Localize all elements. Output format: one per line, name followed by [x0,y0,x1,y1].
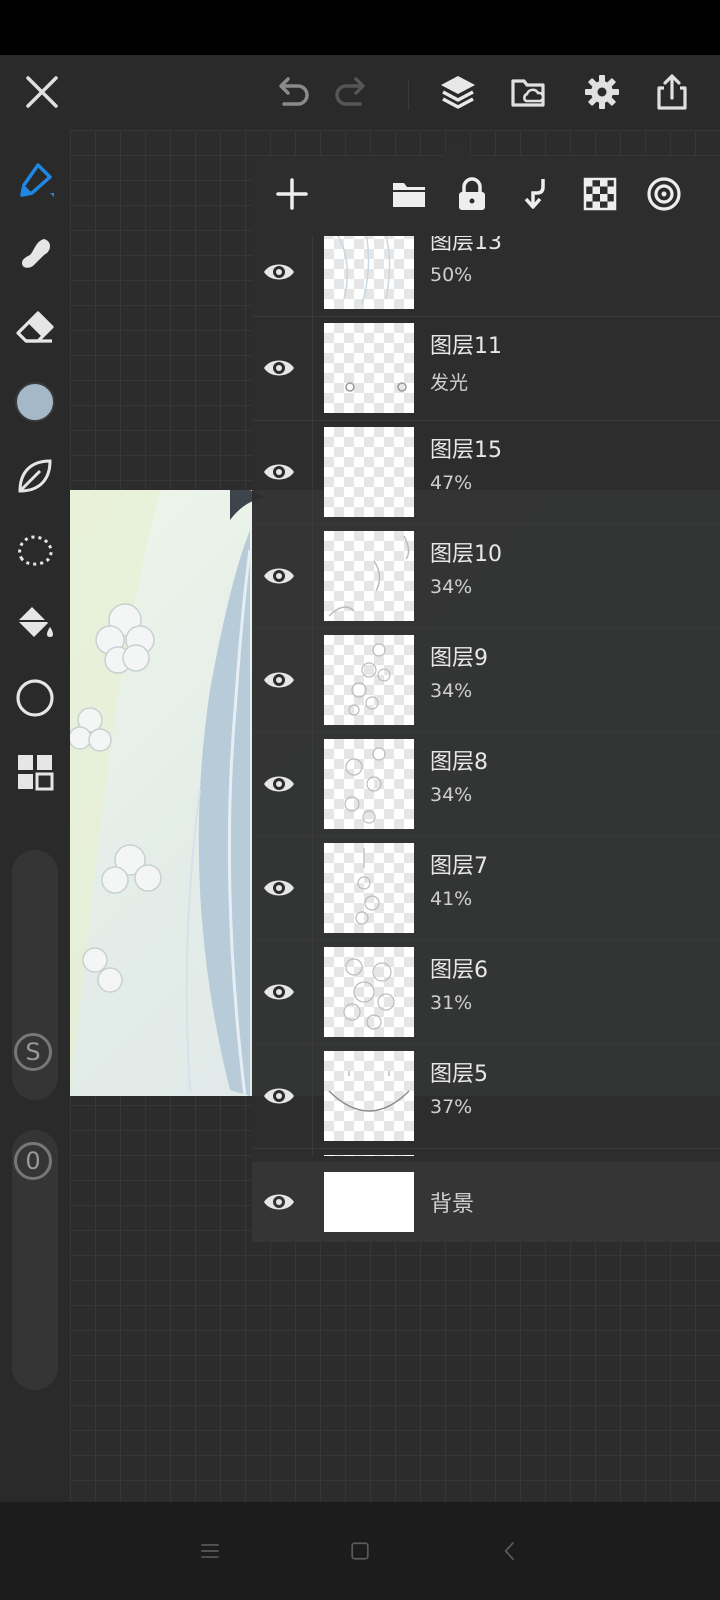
folder-icon[interactable] [387,172,431,216]
layer-opacity: 50% [430,264,473,286]
layer-list: 图层13 50% 图层11 发光 图层15 47% 图层10 34% 图层9 3… [252,236,720,1156]
layer-name: 图层8 [430,750,488,775]
layer-name: 图层15 [430,438,502,463]
eye-icon[interactable] [262,1186,296,1218]
smudge-tool-icon[interactable] [11,230,59,278]
layer-name: 图层7 [430,854,488,879]
target-icon[interactable] [642,172,686,216]
top-toolbar [0,55,720,130]
eye-icon[interactable] [262,1080,296,1112]
eraser-tool-icon[interactable] [11,304,59,352]
layer-name: 图层9 [430,646,488,671]
layer-opacity: 34% [430,576,473,598]
redo-icon[interactable] [328,68,376,116]
layer-row[interactable]: 图层11 发光 [252,316,720,421]
layer-blend-mode: 发光 [430,372,469,394]
eye-icon[interactable] [262,560,296,592]
layer-opacity: 34% [430,784,473,806]
layers-panel: 图层13 50% 图层11 发光 图层15 47% 图层10 34% 图层9 3… [252,156,720,1242]
visibility-column [252,316,313,420]
merge-down-icon[interactable] [514,172,558,216]
eye-icon[interactable] [262,352,296,384]
layer-opacity: 31% [430,992,473,1014]
layer-row[interactable]: 图层6 31% [252,940,720,1045]
eye-icon[interactable] [262,664,296,696]
layer-name: 图层6 [430,958,488,983]
layer-row[interactable]: 图层7 41% [252,836,720,941]
layer-thumbnail [324,427,414,517]
layer-row[interactable]: 图层10 34% [252,524,720,629]
layer-thumbnail [324,323,414,413]
layer-thumbnail [324,1051,414,1141]
layers-panel-toolbar [252,156,720,236]
layer-name: 图层5 [430,1062,488,1087]
layer-thumbnail [324,947,414,1037]
layers-icon[interactable] [434,68,482,116]
visibility-column [252,524,313,628]
back-chevron-icon[interactable] [491,1532,529,1570]
layer-thumbnail [324,739,414,829]
brush-tool-icon[interactable] [11,156,59,204]
layer-opacity: 37% [430,1096,473,1118]
gear-icon[interactable] [578,68,626,116]
visibility-column [252,420,313,524]
undo-icon[interactable] [268,68,316,116]
layer-name: 图层11 [430,334,502,359]
cloud-folder-icon[interactable] [505,68,553,116]
eye-icon[interactable] [262,256,296,288]
grid-tool-icon[interactable] [11,748,59,796]
eye-icon[interactable] [262,872,296,904]
layer-name: 图层10 [430,542,502,567]
fill-bucket-icon[interactable] [11,600,59,648]
brush-size-label: S [14,1033,52,1071]
leaf-tool-icon[interactable] [11,452,59,500]
color-swatch[interactable] [11,378,59,426]
lasso-select-icon[interactable] [11,526,59,574]
status-bar [0,0,720,55]
visibility-column [252,836,313,940]
layer-thumbnail [324,236,414,309]
share-icon[interactable] [648,68,696,116]
layer-opacity: 47% [430,472,473,494]
home-square-icon[interactable] [341,1532,379,1570]
left-toolbar: S 0 [0,130,70,1502]
eye-icon[interactable] [262,976,296,1008]
eye-icon[interactable] [262,768,296,800]
visibility-column [252,236,313,316]
layer-row[interactable]: 图层8 34% [252,732,720,837]
background-layer-row[interactable]: 背景 [252,1162,720,1242]
menu-icon[interactable] [191,1532,229,1570]
visibility-column [252,628,313,732]
layer-row[interactable]: 图层9 34% [252,628,720,733]
layer-thumbnail [324,531,414,621]
visibility-column [252,732,313,836]
layer-row[interactable]: 图层5 37% [252,1044,720,1149]
background-thumbnail [324,1172,414,1232]
layers-panel-pointer [442,135,472,157]
layer-row[interactable]: 图层15 47% [252,420,720,525]
close-icon[interactable] [18,68,66,116]
system-nav-bar [0,1502,720,1600]
layer-thumbnail [324,635,414,725]
shape-circle-icon[interactable] [11,674,59,722]
checker-icon[interactable] [578,172,622,216]
layer-name: 图层13 [430,236,502,255]
visibility-column [252,940,313,1044]
layer-thumbnail [324,1155,414,1156]
layer-opacity: 41% [430,888,473,910]
layer-opacity: 34% [430,680,473,702]
eye-icon[interactable] [262,456,296,488]
layer-row-partial[interactable] [252,1148,720,1156]
add-layer-icon[interactable] [270,172,314,216]
brush-opacity-label: 0 [14,1142,52,1180]
visibility-column [252,1148,313,1156]
layer-row[interactable]: 图层13 50% [252,236,720,317]
background-layer-name: 背景 [430,1192,475,1217]
lock-icon[interactable] [450,172,494,216]
visibility-column [252,1044,313,1148]
layer-thumbnail [324,843,414,933]
toolbar-divider [408,80,409,110]
